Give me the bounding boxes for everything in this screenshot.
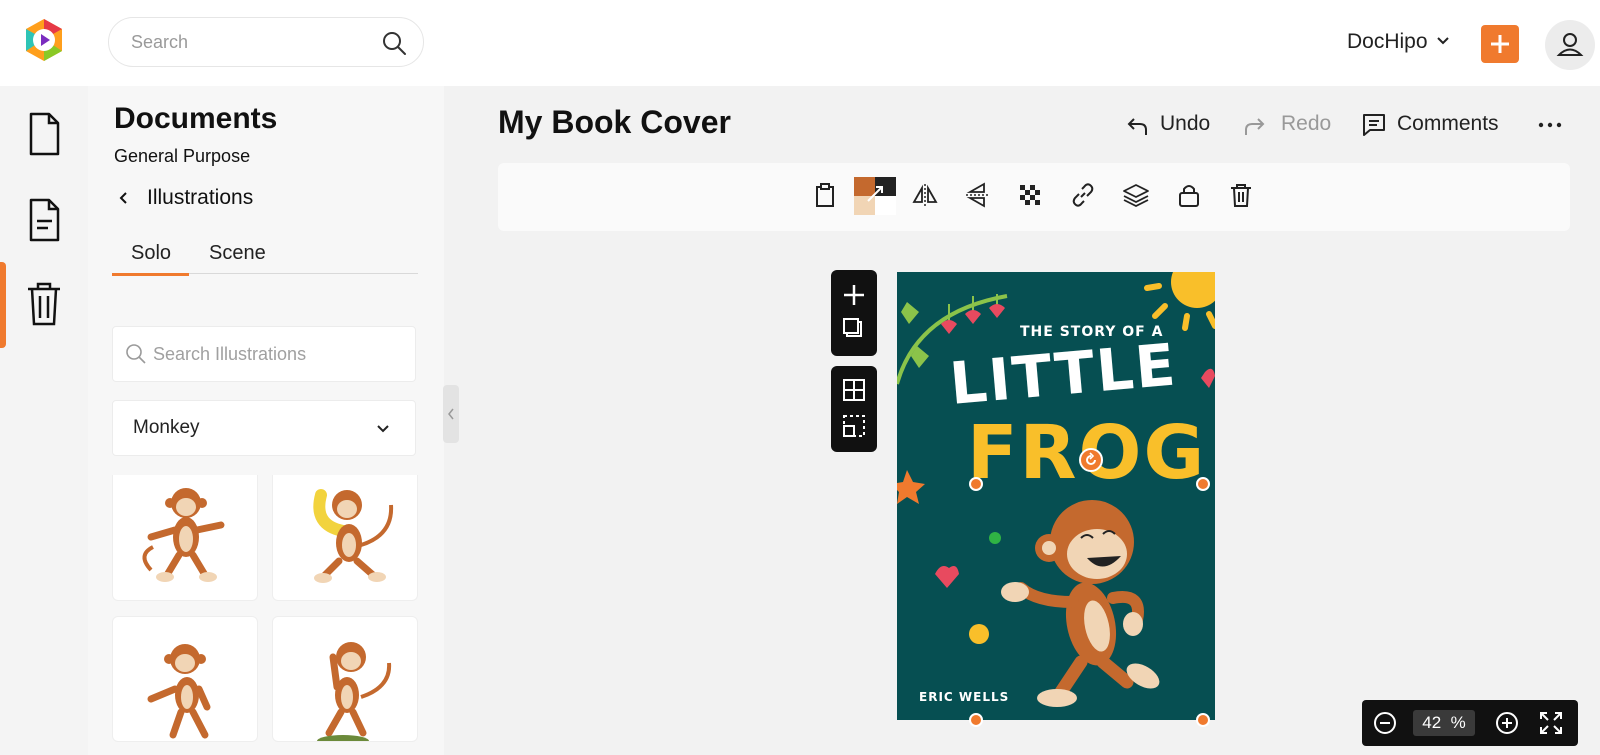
workspace-name[interactable]: DocHipo [1347, 30, 1428, 54]
illustrations-panel: Documents General Purpose Illustrations … [88, 86, 444, 755]
document-text-icon[interactable] [22, 194, 66, 246]
illustration-thumb[interactable] [272, 616, 418, 742]
duplicate-page-icon[interactable] [843, 318, 862, 337]
select-area-icon[interactable] [843, 415, 865, 437]
resize-handle[interactable] [969, 477, 983, 491]
grid-icon[interactable] [843, 379, 865, 401]
tab-solo[interactable]: Solo [111, 242, 190, 276]
illustration-thumb[interactable] [112, 475, 258, 601]
create-button[interactable] [1481, 25, 1519, 63]
avatar[interactable] [1545, 20, 1595, 70]
cover-author[interactable]: Eric Wells [919, 690, 1009, 704]
more-options-icon[interactable] [1537, 112, 1563, 138]
monkey-figure [1001, 500, 1160, 707]
user-icon [1556, 33, 1584, 56]
top-bar: DocHipo [0, 0, 1600, 86]
link-icon[interactable] [1069, 181, 1097, 209]
flip-horizontal-icon[interactable] [911, 181, 939, 209]
comments-icon[interactable] [1361, 112, 1387, 138]
chevron-left-icon [448, 408, 454, 420]
redo-icon[interactable] [1243, 112, 1269, 138]
element-toolbar [498, 163, 1570, 231]
global-search [108, 17, 424, 67]
zoom-in-icon[interactable] [1494, 710, 1520, 736]
color-palette-icon[interactable] [854, 177, 896, 215]
comments-button[interactable]: Comments [1397, 112, 1499, 136]
breadcrumb[interactable]: Illustrations [147, 186, 253, 210]
undo-button[interactable]: Undo [1160, 112, 1210, 136]
zoom-unit: % [1450, 713, 1466, 732]
monkey-thinking-illustration [317, 642, 392, 741]
collapse-panel-handle[interactable] [443, 385, 459, 443]
zoom-level[interactable]: 42 % [1413, 710, 1475, 736]
category-select[interactable]: Monkey [112, 400, 416, 456]
zoom-value: 42 [1422, 713, 1442, 732]
chevron-left-icon[interactable] [116, 190, 132, 206]
monkey-banana-illustration [313, 489, 394, 583]
tab-bar: Solo Scene [111, 242, 418, 276]
plus-icon [1491, 35, 1509, 53]
rotate-handle-icon[interactable] [1079, 448, 1103, 472]
monkey-illustration [147, 644, 211, 739]
page-tools [831, 270, 877, 356]
resize-handle[interactable] [1196, 713, 1210, 727]
layers-icon[interactable] [1122, 181, 1150, 209]
flip-vertical-icon[interactable] [963, 181, 991, 209]
dochipo-logo[interactable] [22, 17, 66, 63]
transparency-icon[interactable] [1016, 181, 1044, 209]
fullscreen-icon[interactable] [1538, 710, 1564, 736]
zoom-controls: 42 % [1362, 700, 1578, 746]
lock-icon[interactable] [1175, 181, 1203, 209]
illustration-thumb[interactable] [112, 616, 258, 742]
illustration-search [112, 326, 416, 382]
illustration-search-input[interactable] [153, 327, 403, 381]
chevron-down-icon [377, 425, 389, 433]
active-indicator [0, 262, 6, 348]
undo-icon[interactable] [1123, 112, 1149, 138]
panel-subtitle: General Purpose [114, 146, 251, 166]
tab-scene[interactable]: Scene [209, 242, 266, 274]
delete-icon[interactable] [1227, 181, 1255, 209]
sun-decoration [1144, 272, 1215, 331]
redo-button[interactable]: Redo [1281, 112, 1331, 136]
category-value: Monkey [133, 417, 200, 438]
illustration-thumb[interactable] [272, 475, 418, 601]
trash-icon[interactable] [22, 278, 66, 330]
chevron-down-icon[interactable] [1435, 33, 1451, 49]
monkey-illustration [142, 488, 225, 582]
grid-tools [831, 366, 877, 452]
add-page-icon[interactable] [844, 285, 864, 305]
resize-handle[interactable] [969, 713, 983, 727]
page-title[interactable]: My Book Cover [498, 104, 731, 141]
clipboard-icon[interactable] [811, 181, 839, 209]
resize-handle[interactable] [1196, 477, 1210, 491]
left-rail [0, 86, 88, 755]
zoom-out-icon[interactable] [1372, 710, 1398, 736]
search-input[interactable] [131, 18, 371, 66]
search-icon [126, 344, 146, 364]
search-icon[interactable] [381, 30, 407, 56]
document-icon[interactable] [22, 108, 66, 160]
panel-title: Documents [114, 102, 278, 135]
book-cover-canvas[interactable]: The Story of a LITTLE FROG Eric Wells [897, 272, 1215, 720]
